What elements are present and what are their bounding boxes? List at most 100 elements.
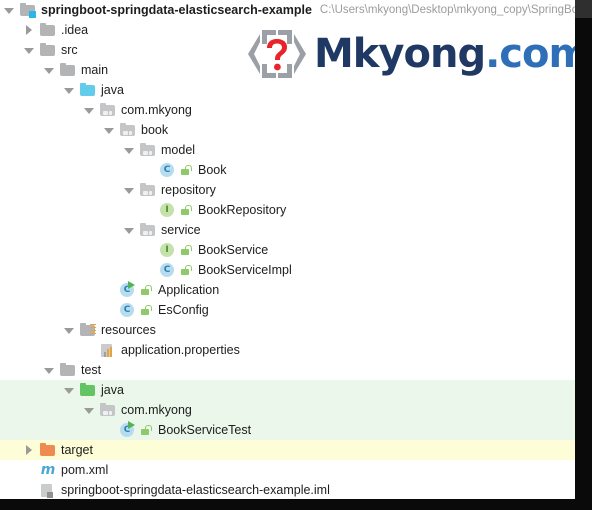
tree-row-label: application.properties bbox=[121, 343, 240, 357]
public-visibility-icon bbox=[141, 282, 154, 298]
tree-row-label: springboot-springdata-elasticsearch-exam… bbox=[61, 483, 330, 497]
project-path-text: C:\Users\mkyong\Desktop\mkyong_copy\Spri… bbox=[319, 4, 575, 16]
tree-row-label: Application bbox=[158, 283, 220, 297]
chevron-down-icon[interactable] bbox=[64, 385, 75, 396]
tree-row-label: com.mkyong bbox=[121, 103, 192, 117]
chevron-down-icon[interactable] bbox=[104, 125, 115, 136]
project-tool-window: Mkyong.com springboot-springdata-elastic… bbox=[0, 0, 592, 510]
tree-row-target[interactable]: target bbox=[0, 440, 575, 460]
module-file-icon bbox=[39, 482, 56, 498]
folder-icon bbox=[59, 62, 76, 78]
tree-row-main[interactable]: main bbox=[0, 60, 575, 80]
public-visibility-icon bbox=[141, 422, 154, 438]
tree-row-label: book bbox=[141, 123, 169, 137]
no-toggle-spacer bbox=[24, 485, 35, 496]
tree-row-label: com.mkyong bbox=[121, 403, 192, 417]
chevron-down-icon[interactable] bbox=[44, 365, 55, 376]
tree-row-label: src bbox=[61, 43, 78, 57]
tree-row-bookrepository[interactable]: I BookRepository bbox=[0, 200, 575, 220]
no-toggle-spacer bbox=[144, 245, 155, 256]
no-toggle-spacer bbox=[84, 345, 95, 356]
tree-row-label: java bbox=[101, 83, 124, 97]
tree-row-springboot-springdata-elasticsearch-example.iml[interactable]: springboot-springdata-elasticsearch-exam… bbox=[0, 480, 575, 500]
tree-row-label: model bbox=[161, 143, 196, 157]
tree-row-com.mkyong[interactable]: com.mkyong bbox=[0, 100, 575, 120]
tree-row-label: test bbox=[81, 363, 102, 377]
tree-row-label: repository bbox=[161, 183, 216, 197]
tree-row-java[interactable]: java bbox=[0, 80, 575, 100]
bottom-edge-strip bbox=[0, 499, 592, 510]
resources-folder-icon bbox=[79, 322, 96, 338]
tree-row-repository[interactable]: repository bbox=[0, 180, 575, 200]
tree-row-com.mkyong[interactable]: com.mkyong bbox=[0, 400, 575, 420]
tree-row-src[interactable]: src bbox=[0, 40, 575, 60]
chevron-down-icon[interactable] bbox=[84, 105, 95, 116]
java-runnable-class-icon: C bbox=[119, 421, 136, 438]
no-toggle-spacer bbox=[104, 285, 115, 296]
chevron-down-icon[interactable] bbox=[24, 45, 35, 56]
tree-row-label: BookServiceImpl bbox=[198, 263, 292, 277]
tree-row-bookservicetest[interactable]: C BookServiceTest bbox=[0, 420, 575, 440]
no-toggle-spacer bbox=[144, 165, 155, 176]
java-interface-icon: I bbox=[159, 202, 176, 218]
tree-row-label: EsConfig bbox=[158, 303, 209, 317]
scrollbar-thumb[interactable] bbox=[575, 0, 592, 18]
project-tree[interactable]: springboot-springdata-elasticsearch-exam… bbox=[0, 0, 575, 500]
tree-row-java[interactable]: java bbox=[0, 380, 575, 400]
java-class-icon: C bbox=[159, 162, 176, 178]
package-icon bbox=[139, 142, 156, 158]
tree-row-bookserviceimpl[interactable]: C BookServiceImpl bbox=[0, 260, 575, 280]
tree-row-label: Book bbox=[198, 163, 227, 177]
package-icon bbox=[139, 222, 156, 238]
project-root-folder-icon bbox=[19, 2, 36, 18]
public-visibility-icon bbox=[181, 242, 194, 258]
excluded-folder-icon bbox=[39, 442, 56, 458]
chevron-right-icon[interactable] bbox=[24, 24, 35, 36]
tree-row-label: BookService bbox=[198, 243, 269, 257]
tree-row-book[interactable]: book bbox=[0, 120, 575, 140]
tree-row-resources[interactable]: resources bbox=[0, 320, 575, 340]
chevron-down-icon[interactable] bbox=[64, 325, 75, 336]
tree-row-label: service bbox=[161, 223, 201, 237]
tree-row-.idea[interactable]: .idea bbox=[0, 20, 575, 40]
maven-file-icon: m bbox=[40, 462, 56, 478]
public-visibility-icon bbox=[181, 202, 194, 218]
no-toggle-spacer bbox=[104, 425, 115, 436]
tree-row-pom.xml[interactable]: m pom.xml bbox=[0, 460, 575, 480]
chevron-down-icon[interactable] bbox=[44, 65, 55, 76]
tree-row-esconfig[interactable]: C EsConfig bbox=[0, 300, 575, 320]
tree-row-book[interactable]: C Book bbox=[0, 160, 575, 180]
java-class-icon: C bbox=[119, 302, 136, 318]
no-toggle-spacer bbox=[144, 265, 155, 276]
vertical-scrollbar[interactable] bbox=[575, 0, 592, 510]
tree-row-test[interactable]: test bbox=[0, 360, 575, 380]
chevron-down-icon[interactable] bbox=[4, 5, 15, 16]
chevron-down-icon[interactable] bbox=[124, 225, 135, 236]
tree-row-bookservice[interactable]: I BookService bbox=[0, 240, 575, 260]
java-class-icon: C bbox=[159, 262, 176, 278]
chevron-down-icon[interactable] bbox=[64, 85, 75, 96]
tree-row-label: pom.xml bbox=[61, 463, 109, 477]
chevron-down-icon[interactable] bbox=[124, 185, 135, 196]
source-folder-icon bbox=[79, 82, 96, 98]
test-source-folder-icon bbox=[79, 382, 96, 398]
tree-row-label: main bbox=[81, 63, 109, 77]
package-icon bbox=[139, 182, 156, 198]
tree-row-application.properties[interactable]: application.properties bbox=[0, 340, 575, 360]
tree-row-application[interactable]: C Application bbox=[0, 280, 575, 300]
public-visibility-icon bbox=[181, 262, 194, 278]
tree-row-service[interactable]: service bbox=[0, 220, 575, 240]
chevron-down-icon[interactable] bbox=[124, 145, 135, 156]
chevron-right-icon[interactable] bbox=[24, 444, 35, 456]
tree-row-model[interactable]: model bbox=[0, 140, 575, 160]
chevron-down-icon[interactable] bbox=[84, 405, 95, 416]
tree-row-label: target bbox=[61, 443, 93, 457]
folder-icon bbox=[39, 42, 56, 58]
tree-row-label: .idea bbox=[61, 23, 89, 37]
java-interface-icon: I bbox=[159, 242, 176, 258]
no-toggle-spacer bbox=[104, 305, 115, 316]
tree-row-label: BookRepository bbox=[198, 203, 287, 217]
tree-row-label: java bbox=[101, 383, 124, 397]
tree-row-springboot-springdata-elasticsearch-example[interactable]: springboot-springdata-elasticsearch-exam… bbox=[0, 0, 575, 20]
package-icon bbox=[119, 122, 136, 138]
